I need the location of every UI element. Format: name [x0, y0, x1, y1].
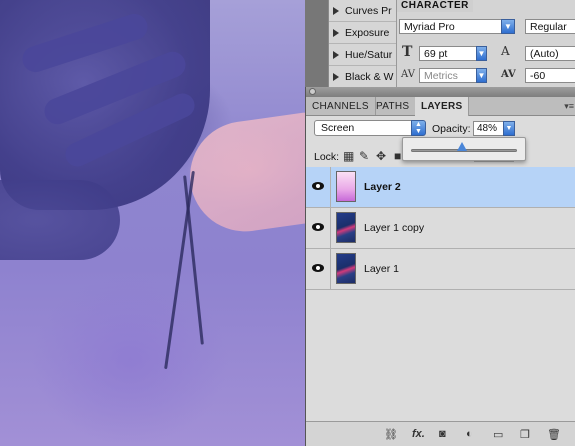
- move-icon[interactable]: ✥: [376, 149, 386, 163]
- opacity-field[interactable]: 48%: [473, 121, 504, 136]
- adjustment-item-hue-saturation[interactable]: Hue/Satur: [329, 44, 397, 66]
- character-panel: CHARACTER Myriad Pro ▼ Regular T 69 pt ▼…: [396, 0, 575, 88]
- tab-layers[interactable]: LAYERS: [415, 97, 470, 116]
- chevron-down-icon[interactable]: ▼: [503, 121, 515, 136]
- panel-titlebar[interactable]: [306, 87, 575, 97]
- adjustment-label: Black & W: [345, 70, 394, 83]
- tab-channels[interactable]: CHANNELS: [306, 97, 376, 115]
- leading-icon: A: [501, 44, 510, 58]
- checkerboard-icon[interactable]: ▦: [343, 149, 354, 163]
- font-style-select[interactable]: Regular: [525, 19, 575, 34]
- trash-icon[interactable]: 🗑: [547, 428, 561, 441]
- adjustment-label: Curves Pr: [345, 4, 392, 17]
- layers-bottom-toolbar: ⛓ fx. ◙ ◐ ▭ ❐ 🗑: [306, 421, 575, 446]
- expand-triangle-icon: [333, 72, 339, 81]
- layer-thumbnail: [336, 212, 356, 243]
- font-family-select[interactable]: Myriad Pro: [399, 19, 502, 34]
- eye-icon[interactable]: [306, 249, 331, 289]
- adjustment-item-exposure[interactable]: Exposure: [329, 22, 397, 44]
- chevron-updown-icon[interactable]: ▲ ▼: [411, 120, 426, 136]
- tab-paths[interactable]: PATHS: [370, 97, 417, 115]
- layers-panel: CHANNELS PATHS LAYERS ▾≡ Screen ▲ ▼ Opaci…: [305, 87, 575, 446]
- brush-icon[interactable]: ✎: [359, 149, 369, 163]
- layer-thumbnail: [336, 171, 356, 202]
- layer-row-layer-2[interactable]: Layer 2: [306, 167, 575, 208]
- layer-name: Layer 2: [364, 181, 401, 193]
- mask-icon[interactable]: ◙: [439, 428, 446, 440]
- layer-name: Layer 1 copy: [364, 222, 425, 234]
- leading-field[interactable]: (Auto): [525, 46, 575, 61]
- opacity-label: Opacity:: [432, 123, 471, 135]
- link-icon[interactable]: ⛓: [384, 428, 398, 441]
- folder-icon[interactable]: ▭: [493, 428, 503, 441]
- blend-mode-select[interactable]: Screen: [314, 120, 425, 136]
- close-icon[interactable]: [309, 88, 316, 95]
- layer-thumbnail: [336, 253, 356, 284]
- chevron-down-icon[interactable]: ▼: [476, 46, 487, 61]
- adjustment-label: Hue/Satur: [345, 48, 393, 61]
- lock-icon[interactable]: ■: [394, 149, 401, 163]
- layer-list: Layer 2 Layer 1 copy Layer 1: [306, 167, 575, 290]
- adjustments-panel: Curves Pr Exposure Hue/Satur Black & W: [328, 0, 397, 88]
- tab-character[interactable]: CHARACTER: [397, 0, 473, 12]
- lock-label: Lock:: [314, 151, 340, 163]
- chevron-down-icon[interactable]: ▼: [501, 19, 515, 34]
- layer-name: Layer 1: [364, 263, 400, 275]
- adjustment-item-black-white[interactable]: Black & W: [329, 66, 397, 88]
- opacity-slider-knob[interactable]: [456, 142, 467, 151]
- layer-row-layer-1-copy[interactable]: Layer 1 copy: [306, 208, 575, 249]
- document-canvas[interactable]: [0, 0, 305, 446]
- layer-row-layer-1[interactable]: Layer 1: [306, 249, 575, 290]
- fx-icon[interactable]: fx.: [412, 428, 425, 440]
- font-size-field[interactable]: 69 pt: [419, 46, 477, 61]
- tracking-field[interactable]: -60: [525, 68, 575, 83]
- new-layer-icon[interactable]: ❐: [520, 428, 530, 441]
- expand-triangle-icon: [333, 6, 339, 15]
- expand-triangle-icon: [333, 50, 339, 59]
- kerning-icon: AV: [401, 69, 415, 80]
- opacity-slider-popup[interactable]: [402, 137, 526, 161]
- adjustment-icon[interactable]: ◐: [466, 428, 473, 440]
- photo-glove-cuff-shape: [0, 180, 120, 260]
- photo-strap-shape: [164, 170, 195, 370]
- panel-menu-icon[interactable]: ▾≡: [564, 101, 574, 112]
- chevron-down-icon[interactable]: ▼: [476, 68, 487, 83]
- panel-tabs: CHANNELS PATHS LAYERS ▾≡: [306, 97, 575, 116]
- tracking-icon: AV: [501, 69, 516, 80]
- eye-icon[interactable]: [306, 208, 331, 248]
- adjustment-label: Exposure: [345, 26, 390, 39]
- kerning-field[interactable]: Metrics: [419, 68, 477, 83]
- adjustment-item-curves[interactable]: Curves Pr: [329, 0, 397, 22]
- expand-triangle-icon: [333, 28, 339, 37]
- eye-icon[interactable]: [306, 167, 331, 207]
- font-size-icon: T: [402, 44, 413, 60]
